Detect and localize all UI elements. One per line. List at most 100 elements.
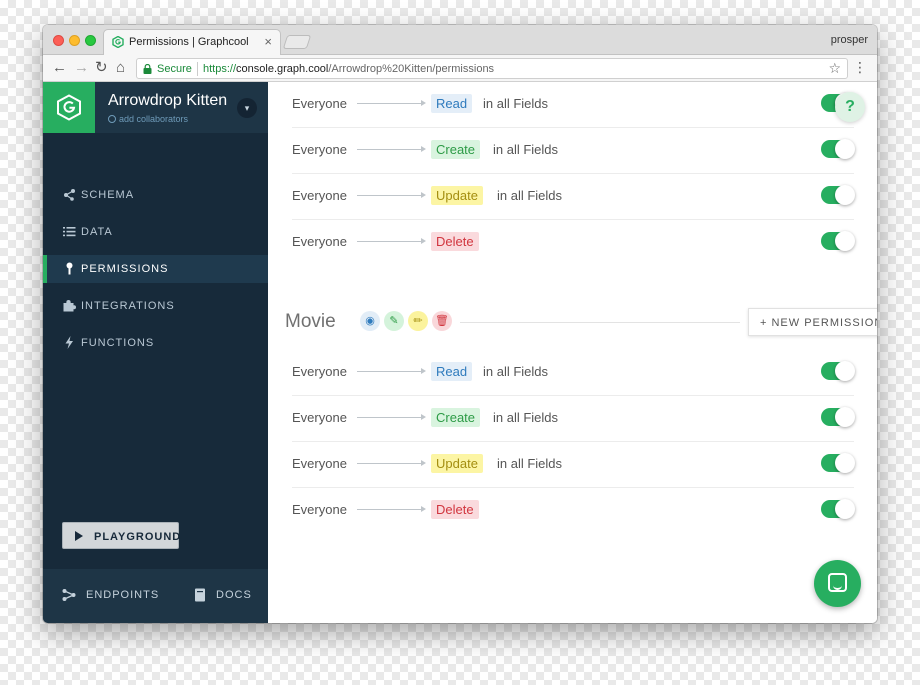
operation-badge-delete: Delete bbox=[431, 232, 479, 251]
docs-icon bbox=[195, 588, 205, 602]
trash-icon[interactable]: 🗑 bbox=[432, 311, 452, 331]
browser-menu-icon[interactable]: ⋮ bbox=[853, 59, 867, 76]
url-host: console.graph.cool bbox=[236, 63, 329, 75]
sidebar-item-label: DATA bbox=[81, 226, 113, 238]
permission-row[interactable]: Everyone Read in all Fields bbox=[292, 350, 855, 396]
sidebar-item-label: FUNCTIONS bbox=[81, 337, 155, 349]
address-bar[interactable]: Secure https://console.graph.cool/Arrowd… bbox=[136, 58, 848, 79]
permission-audience: Everyone bbox=[292, 96, 347, 111]
lightning-icon bbox=[65, 336, 73, 349]
permission-audience: Everyone bbox=[292, 410, 347, 425]
browser-window: Permissions | Graphcool × prosper ← → ↻ … bbox=[43, 25, 877, 623]
sidebar-item-permissions[interactable]: PERMISSIONS bbox=[43, 255, 268, 283]
playground-label: PLAYGROUND bbox=[94, 531, 182, 543]
arrow-head-icon bbox=[421, 506, 426, 512]
new-permission-button[interactable]: + NEW PERMISSION bbox=[748, 308, 877, 336]
profile-name[interactable]: prosper bbox=[831, 34, 868, 46]
permission-scope: in all Fields bbox=[497, 456, 563, 471]
arrow-head-icon bbox=[421, 238, 426, 244]
permission-row[interactable]: Everyone Create in all Fields bbox=[292, 396, 855, 442]
permission-audience: Everyone bbox=[292, 456, 347, 471]
bookmark-star-icon[interactable]: ☆ bbox=[828, 60, 841, 77]
arrow-line bbox=[357, 241, 421, 242]
help-button[interactable]: ? bbox=[835, 92, 865, 122]
arrow-head-icon bbox=[421, 192, 426, 198]
sidebar-footer: ENDPOINTS DOCS bbox=[43, 569, 268, 623]
arrow-head-icon bbox=[421, 460, 426, 466]
operation-badge-update: Update bbox=[431, 454, 483, 473]
docs-button[interactable]: DOCS bbox=[216, 589, 252, 601]
arrow-line bbox=[357, 195, 421, 196]
browser-tab[interactable]: Permissions | Graphcool × bbox=[103, 29, 281, 56]
permission-toggle[interactable] bbox=[821, 361, 855, 381]
forward-arrow-icon[interactable]: → bbox=[74, 59, 89, 77]
operation-badge-create: Create bbox=[431, 140, 481, 159]
reload-icon[interactable]: ↻ bbox=[95, 59, 108, 77]
permission-scope: in all Fields bbox=[483, 96, 549, 111]
chat-button[interactable] bbox=[814, 560, 861, 607]
permission-toggle[interactable] bbox=[821, 407, 855, 427]
list-icon bbox=[63, 227, 76, 237]
playground-button[interactable]: PLAYGROUND bbox=[62, 522, 182, 549]
back-arrow-icon[interactable]: ← bbox=[52, 59, 67, 77]
graphcool-logo[interactable] bbox=[43, 82, 95, 133]
operation-badge-read: Read bbox=[431, 94, 473, 113]
toggle-knob bbox=[835, 407, 855, 427]
sidebar-item-label: SCHEMA bbox=[81, 189, 135, 201]
permission-toggle[interactable] bbox=[821, 185, 855, 205]
permission-row[interactable]: Everyone Delete bbox=[292, 488, 855, 534]
graphcool-favicon-icon bbox=[112, 36, 124, 48]
permissions-main: Everyone Read in all Fields Everyone Cre… bbox=[268, 82, 877, 623]
add-collaborators-label: add collaborators bbox=[119, 114, 189, 124]
eye-icon[interactable]: ◉ bbox=[360, 311, 380, 331]
permission-row[interactable]: Everyone Create in all Fields bbox=[292, 128, 855, 174]
sidebar-item-functions[interactable]: FUNCTIONS bbox=[43, 329, 268, 357]
permission-audience: Everyone bbox=[292, 502, 347, 517]
permission-scope: in all Fields bbox=[493, 142, 559, 157]
tab-bar: Permissions | Graphcool × prosper bbox=[43, 25, 877, 56]
permission-row[interactable]: Everyone Read in all Fields bbox=[292, 82, 855, 128]
zoom-window-button[interactable] bbox=[85, 35, 96, 46]
sidebar-item-data[interactable]: DATA bbox=[43, 218, 268, 246]
create-icon[interactable]: ✎ bbox=[384, 311, 404, 331]
toggle-knob bbox=[835, 231, 855, 251]
sidebar-item-integrations[interactable]: INTEGRATIONS bbox=[43, 292, 268, 320]
toggle-knob bbox=[835, 185, 855, 205]
permission-toggle[interactable] bbox=[821, 231, 855, 251]
endpoints-button[interactable]: ENDPOINTS bbox=[86, 589, 159, 601]
model-divider bbox=[460, 322, 740, 323]
tab-close-icon[interactable]: × bbox=[264, 34, 272, 49]
pencil-icon[interactable]: ✏ bbox=[408, 311, 428, 331]
arrow-line bbox=[357, 371, 421, 372]
url-text[interactable]: https://console.graph.cool/Arrowdrop%20K… bbox=[203, 63, 494, 75]
permission-scope: in all Fields bbox=[493, 410, 559, 425]
arrow-head-icon bbox=[421, 100, 426, 106]
arrow-line bbox=[357, 509, 421, 510]
close-window-button[interactable] bbox=[53, 35, 64, 46]
sidebar: Arrowdrop Kitten add collaborators ▾ SCH… bbox=[43, 82, 268, 623]
permission-audience: Everyone bbox=[292, 142, 347, 157]
permission-row[interactable]: Everyone Update in all Fields bbox=[292, 174, 855, 220]
permission-toggle[interactable] bbox=[821, 139, 855, 159]
sidebar-item-schema[interactable]: SCHEMA bbox=[43, 181, 268, 209]
permission-toggle[interactable] bbox=[821, 499, 855, 519]
arrow-head-icon bbox=[421, 368, 426, 374]
toggle-knob bbox=[835, 139, 855, 159]
permission-audience: Everyone bbox=[292, 234, 347, 249]
permission-row[interactable]: Everyone Delete bbox=[292, 220, 855, 266]
permission-audience: Everyone bbox=[292, 364, 347, 379]
new-tab-button[interactable] bbox=[282, 35, 312, 49]
project-name: Arrowdrop Kitten bbox=[108, 92, 228, 109]
minimize-window-button[interactable] bbox=[69, 35, 80, 46]
home-icon[interactable]: ⌂ bbox=[116, 59, 125, 77]
add-collaborators-link[interactable]: add collaborators bbox=[108, 114, 188, 124]
chevron-down-icon[interactable]: ▾ bbox=[237, 98, 257, 118]
project-header[interactable]: Arrowdrop Kitten add collaborators ▾ bbox=[43, 82, 268, 133]
permission-toggle[interactable] bbox=[821, 453, 855, 473]
operation-badge-update: Update bbox=[431, 186, 483, 205]
secure-label: Secure bbox=[157, 63, 192, 75]
permission-scope: in all Fields bbox=[497, 188, 563, 203]
permission-row[interactable]: Everyone Update in all Fields bbox=[292, 442, 855, 488]
graphcool-logo-icon bbox=[57, 94, 81, 121]
lock-icon bbox=[143, 64, 152, 74]
